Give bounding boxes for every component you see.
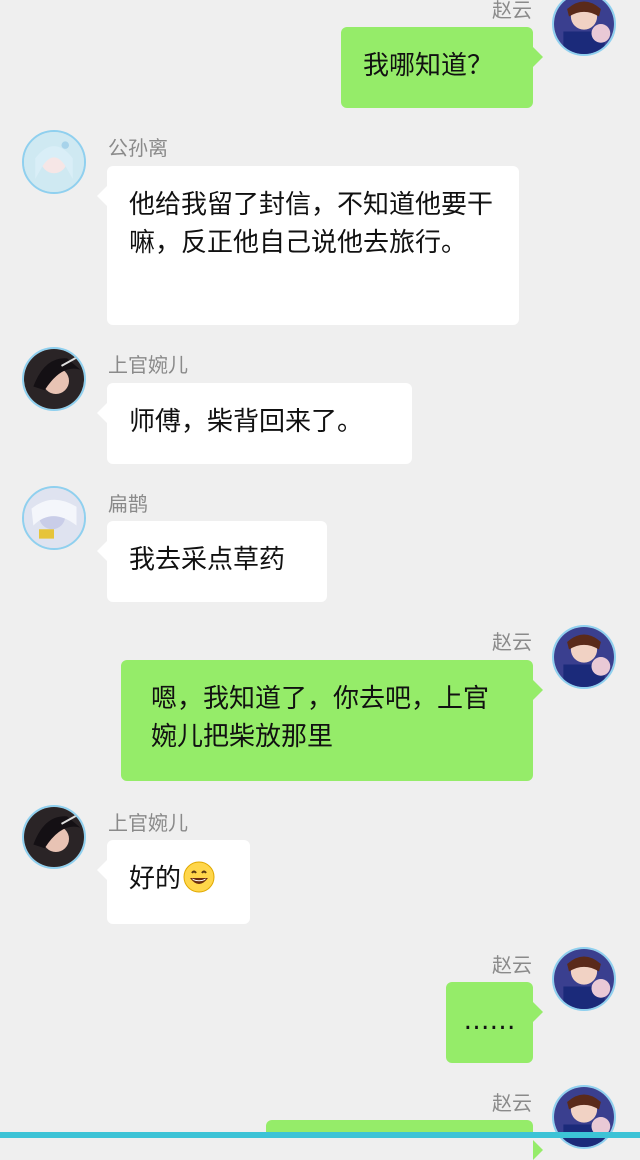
- message-bubble[interactable]: 师傅，柴背回来了。: [97, 383, 412, 464]
- bianque-avatar[interactable]: [22, 486, 86, 550]
- sender-name: 赵云: [492, 953, 532, 977]
- message-bubble[interactable]: 他给我留了封信，不知道他要干嘛，反正他自己说他去旅行。: [97, 166, 519, 325]
- grinning-face-emoji-icon: [183, 861, 215, 893]
- message-text: 好的: [129, 864, 182, 894]
- chat-view[interactable]: 赵云 我哪知道？ 公孙离 他给我留了封信，不知道他要干嘛，反正他自己说他去旅行。…: [0, 0, 640, 1160]
- sender-name: 上官婉儿: [108, 811, 188, 835]
- sender-name: 公孙离: [108, 136, 168, 160]
- gongsunli-avatar[interactable]: [22, 130, 86, 194]
- zhaoyun-avatar[interactable]: [552, 1085, 616, 1149]
- message-bubble[interactable]: 好的: [97, 840, 250, 924]
- shangguan-avatar[interactable]: [22, 347, 86, 411]
- sender-name: 扁鹊: [108, 492, 148, 516]
- message-bubble[interactable]: 我哪知道？: [341, 27, 543, 108]
- message-bubble[interactable]: 嗯，我知道了，你去吧，上官婉儿把柴放那里: [121, 660, 543, 781]
- zhaoyun-avatar[interactable]: [552, 0, 616, 56]
- message-bubble[interactable]: 我去采点草药: [97, 521, 327, 602]
- message-bubble[interactable]: ……: [446, 982, 543, 1063]
- shangguan-avatar[interactable]: [22, 805, 86, 869]
- zhaoyun-avatar[interactable]: [552, 947, 616, 1011]
- sender-name: 赵云: [492, 1091, 532, 1115]
- sender-name: 赵云: [492, 0, 532, 22]
- sender-name: 上官婉儿: [108, 353, 188, 377]
- bottom-accent-bar: [0, 1132, 640, 1138]
- zhaoyun-avatar[interactable]: [552, 625, 616, 689]
- sender-name: 赵云: [492, 630, 532, 654]
